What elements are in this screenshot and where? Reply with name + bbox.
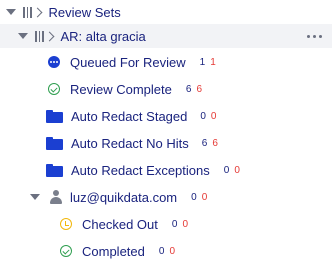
tree-node-user[interactable]: luz@quikdata.com 0 0 [30,185,207,209]
queued-icon [48,56,60,68]
folder-icon [46,136,63,150]
count-red: 1 [210,56,216,68]
count-red: 0 [201,191,208,203]
caret-down-icon[interactable] [30,194,40,200]
caret-down-icon[interactable] [18,33,28,39]
count-blue: 0 [200,110,206,122]
count-blue: 6 [185,83,192,95]
count-red: 6 [212,137,218,149]
tree-item-review-complete[interactable]: Review Complete 6 6 [48,77,202,101]
tree-node-review-sets[interactable]: Review Sets [6,0,121,24]
folder-icon [46,163,63,177]
item-label: Completed [82,243,145,259]
tree-item-auto-redact-exceptions[interactable]: Auto Redact Exceptions 0 0 [46,158,240,182]
tree-item-auto-redact-no-hits[interactable]: Auto Redact No Hits 6 6 [46,131,218,155]
clock-icon [60,218,72,230]
count-blue: 0 [223,164,230,176]
item-label: Review Complete [70,81,172,97]
tree-item-completed[interactable]: Completed 0 0 [60,239,175,263]
item-label: Auto Redact Staged [71,108,188,124]
user-icon [49,190,63,204]
item-label: Checked Out [82,216,158,232]
count-blue: 0 [171,218,178,230]
folder-icon [46,109,63,123]
tree-node-label: AR: alta gracia [60,28,146,44]
more-options-icon[interactable] [307,34,322,38]
count-red: 6 [196,83,202,95]
item-label: Auto Redact No Hits [71,135,189,151]
user-label: luz@quikdata.com [70,189,178,205]
count-blue: 0 [191,191,197,203]
tree-item-auto-redact-staged[interactable]: Auto Redact Staged 0 0 [46,104,216,128]
count-red: 0 [169,245,175,257]
caret-down-icon[interactable] [6,9,16,15]
tree-node-label: Review Sets [48,4,121,20]
count-red: 0 [234,164,240,176]
check-circle-icon [60,245,72,257]
count-blue: 1 [199,56,206,68]
review-sets-icon [23,6,42,18]
count-red: 0 [182,218,188,230]
review-set-icon [35,30,54,42]
count-red: 0 [210,110,217,122]
count-blue: 0 [158,245,165,257]
item-label: Auto Redact Exceptions [71,162,210,178]
item-label: Queued For Review [70,54,186,70]
count-blue: 6 [201,137,208,149]
check-circle-icon [48,83,60,95]
tree-node-review-set[interactable]: AR: alta gracia [18,24,332,48]
tree-item-checked-out[interactable]: Checked Out 0 0 [60,212,188,236]
tree-item-queued-for-review[interactable]: Queued For Review 1 1 [48,50,216,74]
